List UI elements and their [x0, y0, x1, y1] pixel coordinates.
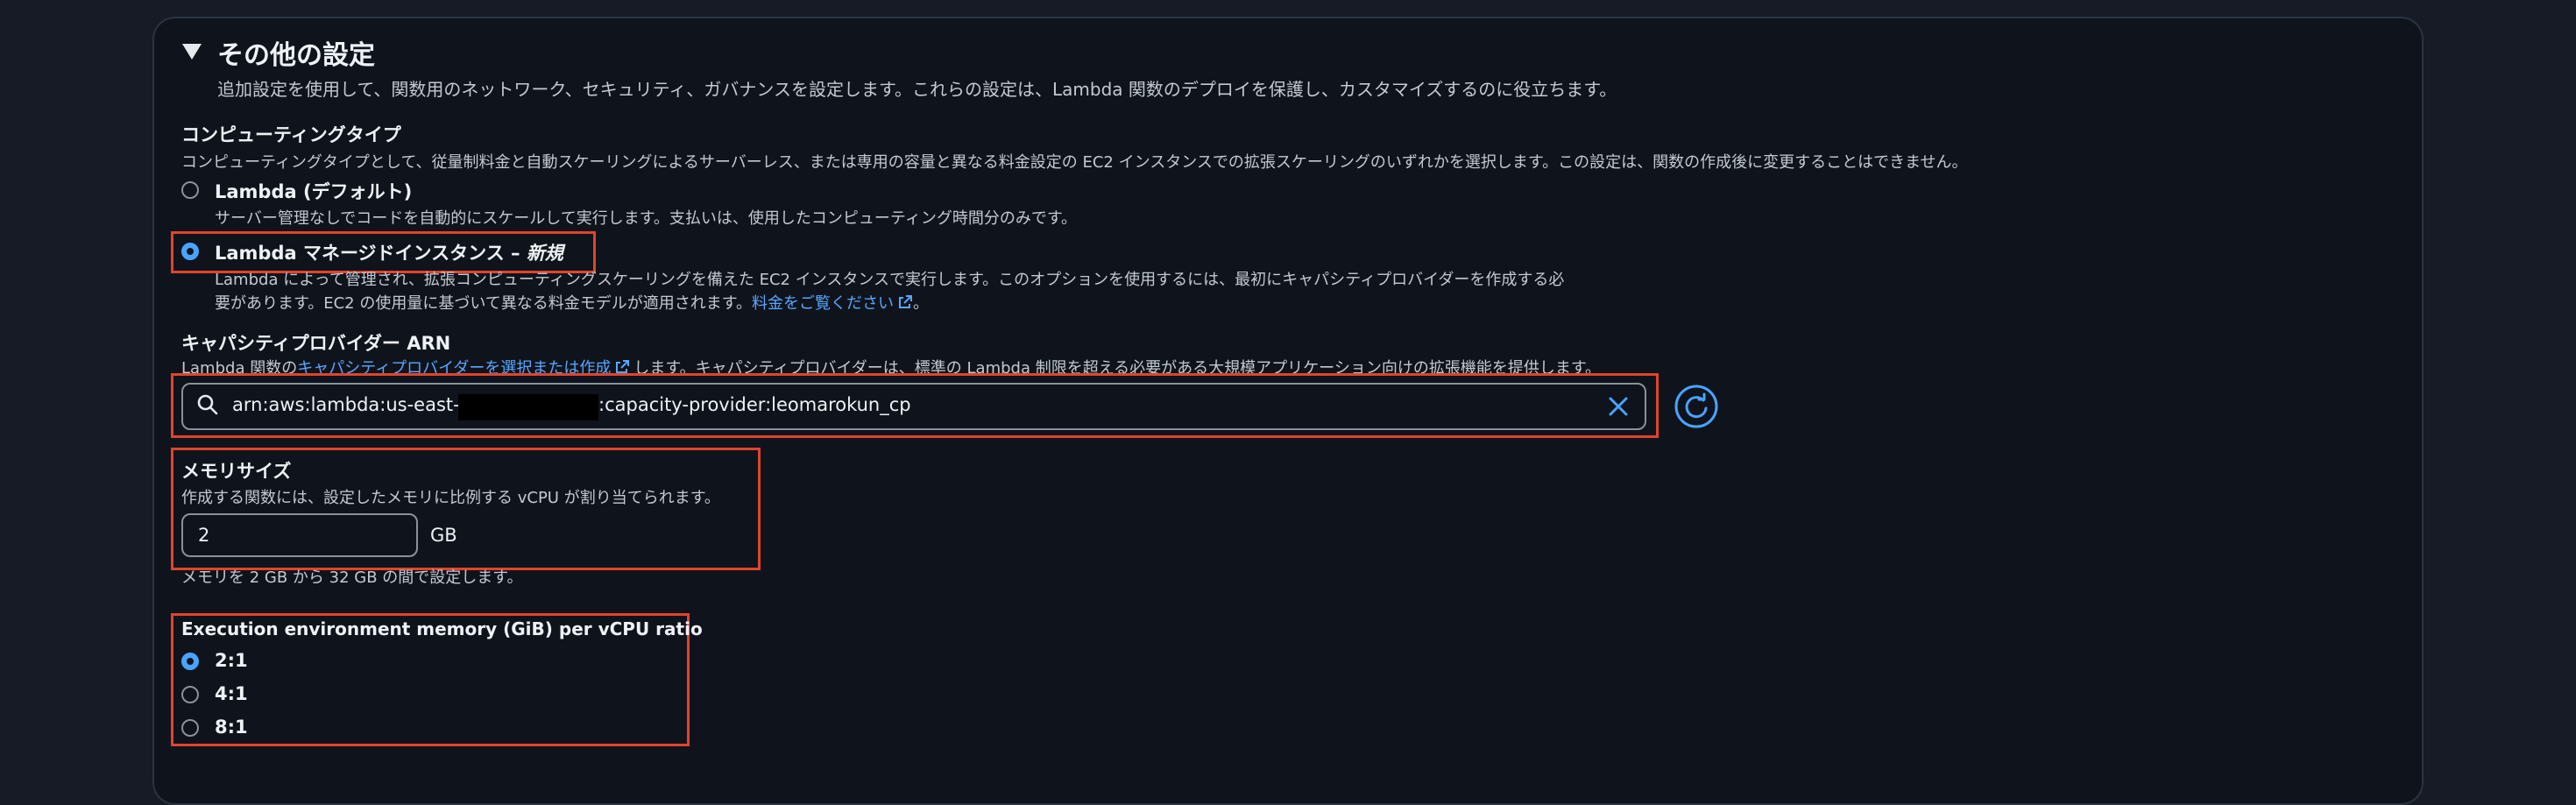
radio-ratio-4-1[interactable]	[181, 686, 199, 703]
managed-instances-description-line1: Lambda によって管理され、拡張コンピューティングスケーリングを備えた EC…	[215, 271, 1565, 289]
memory-size-value[interactable]: 2	[198, 525, 209, 546]
refresh-icon[interactable]	[1674, 384, 1719, 429]
radio-lambda-default[interactable]	[181, 181, 199, 199]
section-description: 追加設定を使用して、関数用のネットワーク、セキュリティ、ガバナンスを設定します。…	[217, 79, 1617, 100]
ratio-label: Execution environment memory (GiB) per v…	[181, 618, 703, 639]
radio-ratio-2-1[interactable]	[181, 653, 199, 670]
radio-lambda-managed-instances-label[interactable]: Lambda マネージドインスタンス – 新規	[215, 239, 563, 265]
compute-type-description: コンピューティングタイプとして、従量制料金と自動スケーリングによるサーバーレス、…	[181, 153, 1968, 172]
capacity-provider-label: キャパシティプロバイダー ARN	[181, 333, 451, 354]
memory-size-hint: メモリを 2 GB から 32 GB の間で設定します。	[181, 568, 523, 587]
managed-instances-description-line2: 要があります。EC2 の使用量に基づいて異なる料金モデルが適用されます。料金をご…	[215, 294, 929, 313]
compute-type-label: コンピューティングタイプ	[181, 124, 401, 145]
radio-ratio-2-1-label[interactable]: 2:1	[215, 650, 248, 671]
memory-size-input[interactable]	[181, 513, 418, 557]
external-link-icon	[898, 295, 912, 308]
radio-lambda-default-description: サーバー管理なしでコードを自動的にスケールして実行します。支払いは、使用したコン…	[215, 209, 1078, 228]
memory-size-label: メモリサイズ	[181, 461, 292, 482]
memory-size-description: 作成する関数には、設定したメモリに比例する vCPU が割り当てられます。	[181, 489, 720, 507]
pricing-link[interactable]: 料金をご覧ください	[752, 294, 894, 313]
radio-lambda-default-label[interactable]: Lambda (デフォルト)	[215, 178, 412, 204]
radio-ratio-8-1-label[interactable]: 8:1	[215, 717, 248, 738]
radio-ratio-8-1[interactable]	[181, 719, 199, 737]
radio-ratio-4-1-label[interactable]: 4:1	[215, 683, 248, 704]
expand-caret-icon[interactable]	[182, 44, 202, 60]
section-title[interactable]: その他の設定	[217, 33, 375, 72]
new-badge: 新規	[526, 243, 563, 264]
memory-size-unit: GB	[430, 525, 457, 546]
highlight-capacity-provider	[171, 373, 1659, 438]
radio-lambda-managed-instances[interactable]	[181, 243, 199, 260]
